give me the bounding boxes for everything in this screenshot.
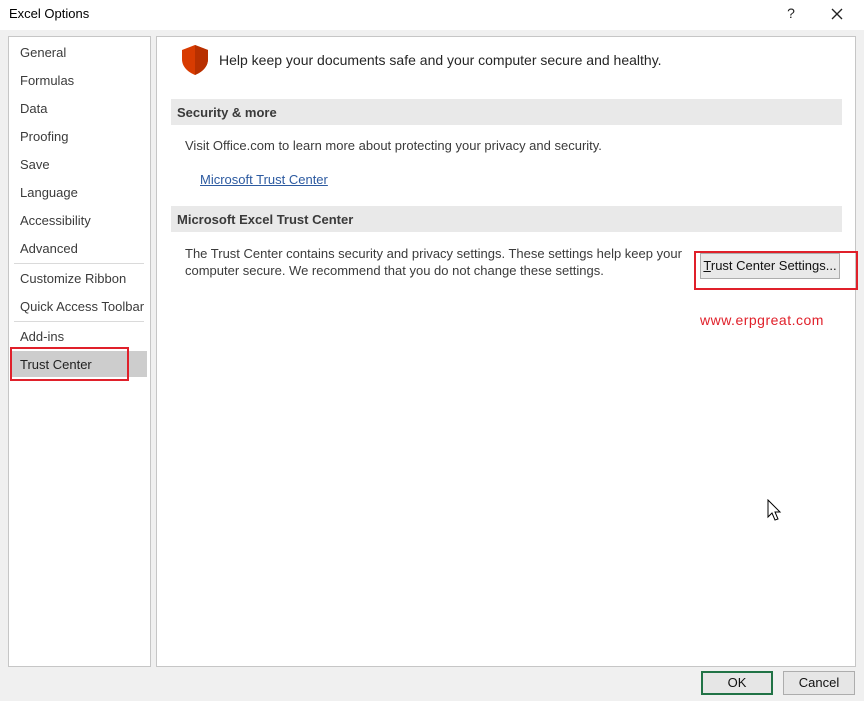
sidebar-item-advanced[interactable]: Advanced — [20, 241, 78, 256]
section-header-trust-center: Microsoft Excel Trust Center — [171, 206, 842, 232]
highlight-box-settings-button — [694, 251, 858, 290]
cancel-button[interactable]: Cancel — [783, 671, 855, 695]
trust-center-panel: Help keep your documents safe and your c… — [156, 36, 856, 667]
close-button[interactable] — [826, 3, 848, 25]
mouse-pointer-icon — [767, 499, 782, 521]
sidebar-item-formulas[interactable]: Formulas — [20, 73, 74, 88]
trust-center-description-line2: computer secure. We recommend that you d… — [185, 263, 604, 278]
help-button[interactable]: ? — [783, 3, 799, 23]
page-headline: Help keep your documents safe and your c… — [219, 52, 662, 68]
section-header-security: Security & more — [171, 99, 842, 125]
trust-center-description-line1: The Trust Center contains security and p… — [185, 246, 682, 261]
sidebar-item-quick-access-toolbar[interactable]: Quick Access Toolbar — [20, 299, 144, 314]
close-icon — [831, 8, 843, 20]
sidebar-item-language[interactable]: Language — [20, 185, 78, 200]
window-title: Excel Options — [9, 6, 90, 21]
shield-icon — [182, 45, 208, 75]
section-title: Microsoft Excel Trust Center — [177, 212, 354, 227]
sidebar-item-add-ins[interactable]: Add-ins — [20, 329, 64, 344]
sidebar-divider — [14, 263, 144, 264]
sidebar-divider — [14, 321, 144, 322]
section-title: Security & more — [177, 105, 277, 120]
highlight-box-trust-center — [10, 347, 129, 381]
security-description: Visit Office.com to learn more about pro… — [185, 138, 602, 153]
watermark-text: www.erpgreat.com — [700, 312, 824, 328]
sidebar-item-save[interactable]: Save — [20, 157, 50, 172]
sidebar-item-customize-ribbon[interactable]: Customize Ribbon — [20, 271, 126, 286]
ok-button[interactable]: OK — [701, 671, 773, 695]
sidebar-item-data[interactable]: Data — [20, 101, 47, 116]
microsoft-trust-center-link[interactable]: Microsoft Trust Center — [200, 172, 328, 187]
title-bar: Excel Options ? — [0, 0, 864, 30]
sidebar-item-general[interactable]: General — [20, 45, 66, 60]
sidebar-item-accessibility[interactable]: Accessibility — [20, 213, 91, 228]
sidebar-item-proofing[interactable]: Proofing — [20, 129, 68, 144]
